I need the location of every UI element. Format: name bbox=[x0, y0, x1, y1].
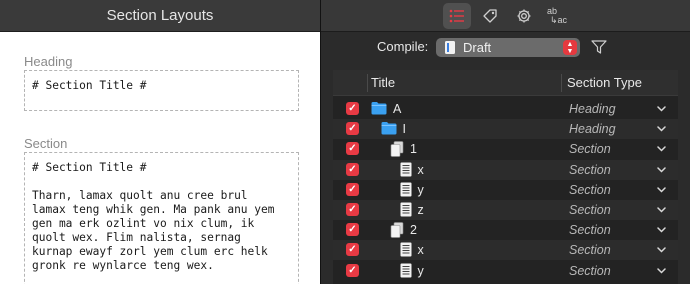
row-title: 2 bbox=[410, 223, 417, 238]
column-separator bbox=[367, 74, 368, 92]
section-type-select[interactable]: Section bbox=[569, 180, 611, 200]
layout-label-section: Section bbox=[24, 136, 68, 151]
layout-preview-heading[interactable]: # Section Title # bbox=[24, 70, 299, 111]
section-layouts-title: Section Layouts bbox=[0, 0, 320, 32]
include-checkbox[interactable]: ✓ bbox=[346, 223, 359, 237]
compile-format-value: Draft bbox=[463, 40, 492, 55]
tag-icon[interactable] bbox=[476, 3, 504, 29]
section-type-select[interactable]: Heading bbox=[569, 119, 616, 139]
section-layouts-panel: Section Layouts Heading # Section Title … bbox=[0, 0, 320, 284]
gear-icon[interactable] bbox=[510, 3, 538, 29]
doc-icon bbox=[400, 162, 412, 182]
section-type-select[interactable]: Section bbox=[569, 160, 611, 180]
row-title: y bbox=[417, 182, 424, 197]
table-row[interactable]: ✓ 1 Section bbox=[333, 139, 678, 159]
folder-icon bbox=[381, 121, 397, 140]
chevron-down-icon[interactable] bbox=[657, 267, 666, 274]
chevron-down-icon[interactable] bbox=[657, 247, 666, 253]
doc-icon bbox=[400, 263, 412, 283]
section-type-select[interactable]: Section bbox=[569, 261, 611, 281]
table-row[interactable]: ✓ A Heading bbox=[333, 99, 678, 119]
chevron-down-icon[interactable] bbox=[657, 126, 666, 132]
section-type-select[interactable]: Section bbox=[569, 220, 611, 240]
chevron-down-icon[interactable] bbox=[657, 166, 666, 173]
chevron-down-icon[interactable] bbox=[657, 207, 666, 213]
row-title: 1 bbox=[410, 142, 417, 157]
table-row[interactable]: ✓ x Section bbox=[333, 240, 678, 262]
include-checkbox[interactable]: ✓ bbox=[346, 162, 359, 176]
column-separator bbox=[561, 74, 562, 92]
table-row[interactable]: ✓ 2 Section bbox=[333, 220, 678, 240]
row-title: y bbox=[417, 263, 424, 278]
compile-format-select[interactable]: Draft ▲ ▼ bbox=[436, 38, 580, 57]
include-checkbox[interactable]: ✓ bbox=[346, 122, 359, 136]
column-header-section-type[interactable]: Section Type bbox=[567, 70, 642, 96]
table-row[interactable]: ✓ I Heading bbox=[333, 119, 678, 140]
include-checkbox[interactable]: ✓ bbox=[346, 263, 359, 277]
document-icon bbox=[445, 41, 455, 54]
section-type-select[interactable]: Section bbox=[569, 200, 611, 220]
chevron-down-icon[interactable] bbox=[657, 146, 666, 152]
layout-label-heading: Heading bbox=[24, 54, 73, 69]
row-title: x bbox=[417, 243, 424, 258]
layout-preview-section[interactable]: # Section Title # Tharn, lamax quolt anu… bbox=[24, 152, 299, 284]
row-title: x bbox=[417, 162, 424, 177]
section-type-select[interactable]: Section bbox=[569, 139, 611, 159]
section-type-select[interactable]: Section bbox=[569, 240, 611, 260]
select-arrows-icon: ▲ ▼ bbox=[563, 40, 577, 55]
include-checkbox[interactable]: ✓ bbox=[346, 102, 359, 115]
include-checkbox[interactable]: ✓ bbox=[346, 182, 359, 196]
table-row[interactable]: ✓ y Section bbox=[333, 261, 678, 281]
toolbar: ab ↳ac bbox=[321, 0, 690, 32]
compile-label: Compile: bbox=[377, 39, 429, 54]
section-type-select[interactable]: Heading bbox=[569, 99, 616, 119]
replacements-icon-bottom: ac bbox=[557, 15, 568, 25]
table-row[interactable]: ✓ z Section bbox=[333, 200, 678, 220]
row-title: z bbox=[417, 203, 424, 217]
include-checkbox[interactable]: ✓ bbox=[346, 142, 359, 156]
doc-icon bbox=[400, 202, 412, 222]
table-row[interactable]: ✓ y Section bbox=[333, 180, 678, 200]
row-title: I bbox=[402, 122, 406, 137]
chevron-down-icon[interactable] bbox=[657, 227, 666, 233]
include-checkbox[interactable]: ✓ bbox=[346, 203, 359, 216]
replacements-icon[interactable]: ab ↳ac bbox=[543, 3, 571, 29]
chevron-down-icon[interactable] bbox=[657, 187, 666, 193]
table-row[interactable]: ✓ x Section bbox=[333, 159, 678, 182]
row-title: A bbox=[393, 102, 402, 116]
folder-icon bbox=[371, 101, 387, 120]
filter-icon[interactable] bbox=[591, 40, 607, 59]
compile-settings-panel: ab ↳ac Compile: Draft ▲ ▼ Title Section T… bbox=[321, 0, 690, 284]
doc-icon bbox=[400, 242, 412, 262]
include-checkbox[interactable]: ✓ bbox=[346, 243, 359, 257]
table-header: Title Section Type bbox=[333, 70, 678, 96]
column-header-title[interactable]: Title bbox=[371, 70, 395, 96]
section-types-table: Title Section Type ✓ A Heading ✓ I Heading ✓ 1 S… bbox=[333, 70, 678, 284]
doc-icon bbox=[400, 182, 412, 202]
section-types-list-icon[interactable] bbox=[443, 3, 471, 29]
chevron-down-icon[interactable] bbox=[657, 106, 666, 112]
